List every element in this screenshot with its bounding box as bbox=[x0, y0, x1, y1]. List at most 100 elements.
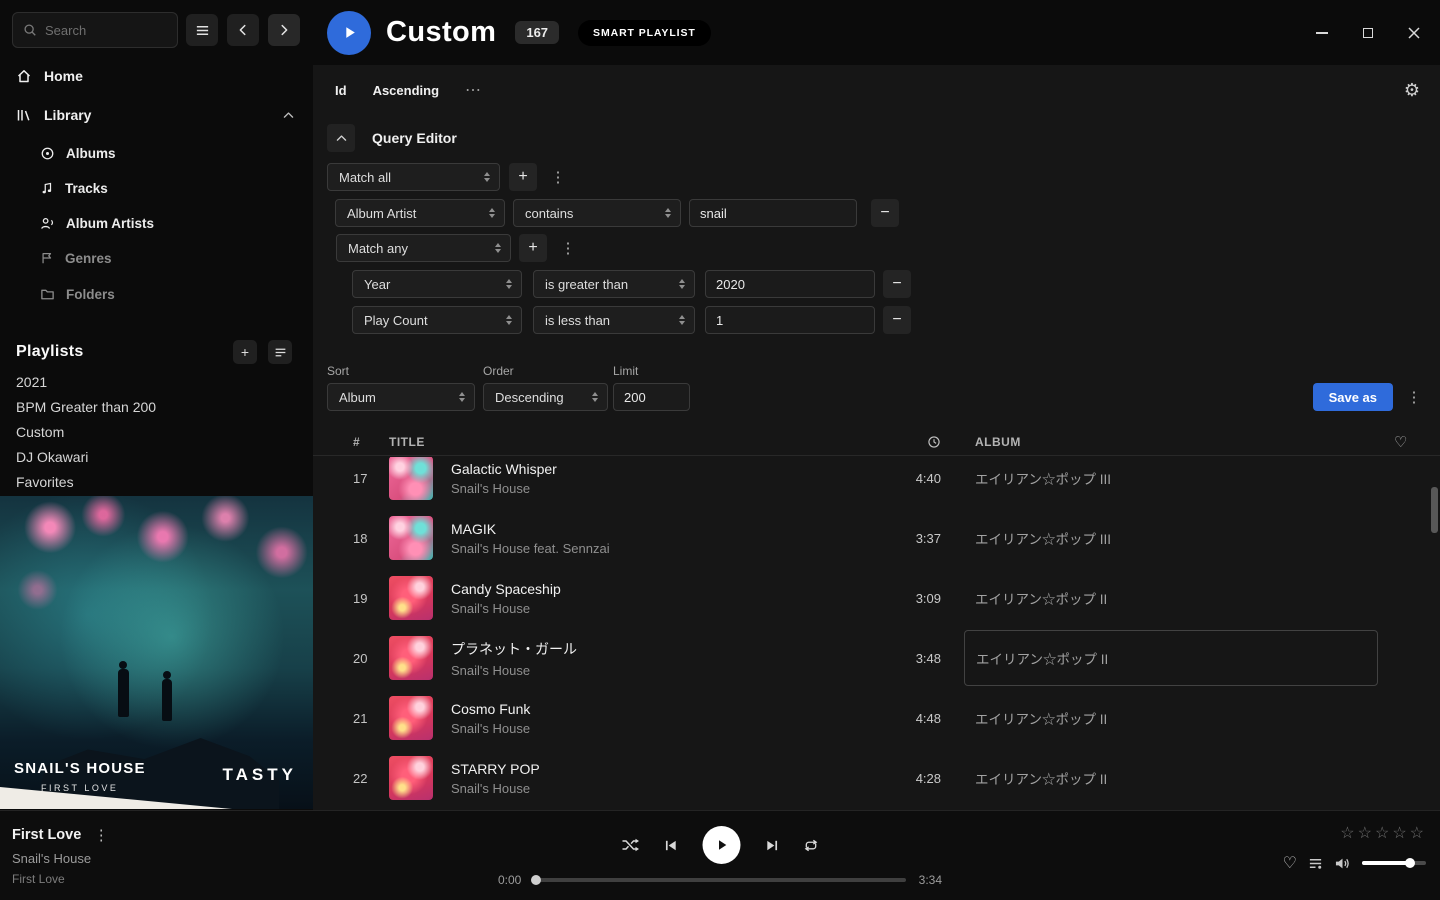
track-artist[interactable]: Snail's House bbox=[451, 781, 871, 796]
favorite-heart-icon[interactable]: ♡ bbox=[1283, 853, 1297, 873]
rule-value-input[interactable] bbox=[705, 306, 875, 334]
playlist-item[interactable]: Custom bbox=[16, 421, 303, 443]
add-rule-button[interactable]: + bbox=[509, 163, 537, 191]
now-playing-title[interactable]: First Love bbox=[12, 827, 81, 843]
maximize-button[interactable] bbox=[1360, 25, 1376, 41]
playlist-item[interactable]: BPM Greater than 200 bbox=[16, 396, 303, 418]
gear-icon[interactable]: ⚙ bbox=[1404, 81, 1420, 99]
chevron-up-icon[interactable] bbox=[282, 109, 295, 122]
save-menu-button[interactable]: ⋮ bbox=[1406, 388, 1422, 406]
next-button[interactable] bbox=[765, 838, 780, 853]
volume-slider[interactable] bbox=[1362, 861, 1426, 865]
play-pause-button[interactable] bbox=[703, 826, 741, 864]
now-playing-menu-button[interactable]: ⋮ bbox=[93, 826, 109, 844]
rule-field-select[interactable]: Year bbox=[352, 270, 522, 298]
group-menu-button[interactable]: ⋮ bbox=[550, 168, 566, 186]
queue-icon[interactable] bbox=[1308, 856, 1323, 871]
track-album-link[interactable]: エイリアン☆ポップ II bbox=[975, 708, 1375, 728]
playlist-item[interactable]: DJ Okawari bbox=[16, 446, 303, 468]
rule-value-input[interactable] bbox=[689, 199, 857, 227]
save-as-button[interactable]: Save as bbox=[1313, 383, 1393, 411]
sidebar-item-tracks[interactable]: Tracks bbox=[0, 175, 313, 201]
sidebar-item-library[interactable]: Library bbox=[0, 102, 313, 128]
playlist-item[interactable]: Favorites bbox=[16, 471, 303, 493]
track-artist[interactable]: Snail's House bbox=[451, 663, 871, 678]
track-album-link[interactable]: エイリアン☆ポップ II bbox=[975, 588, 1375, 608]
toolbar-more-button[interactable]: ⋯ bbox=[465, 80, 481, 100]
sort-order-button[interactable]: Ascending bbox=[373, 83, 439, 98]
remove-rule-button[interactable]: − bbox=[883, 270, 911, 298]
column-favorite[interactable]: ♡ bbox=[1375, 433, 1427, 451]
nav-forward-button[interactable] bbox=[268, 14, 300, 46]
column-duration[interactable] bbox=[871, 435, 941, 449]
track-row[interactable]: 22 STARRY POPSnail's House 4:28 エイリアン☆ポッ… bbox=[313, 748, 1440, 808]
track-artist[interactable]: Snail's House bbox=[451, 601, 871, 616]
rule-operator-select[interactable]: is greater than bbox=[533, 270, 695, 298]
track-row[interactable]: 18 MAGIKSnail's House feat. Sennzai 3:37… bbox=[313, 508, 1440, 568]
rule-field-select[interactable]: Album Artist bbox=[335, 199, 505, 227]
column-title[interactable]: TITLE bbox=[389, 435, 871, 449]
sort-label: Sort bbox=[327, 364, 349, 378]
close-button[interactable] bbox=[1406, 25, 1422, 41]
now-playing-album[interactable]: First Love bbox=[12, 872, 109, 886]
track-row[interactable]: 21 Cosmo FunkSnail's House 4:48 エイリアン☆ポッ… bbox=[313, 688, 1440, 748]
scrollbar-thumb[interactable] bbox=[1431, 487, 1438, 533]
column-index[interactable]: # bbox=[353, 435, 377, 449]
now-playing-artist[interactable]: Snail's House bbox=[12, 851, 109, 866]
track-artist[interactable]: Snail's House bbox=[451, 721, 871, 736]
repeat-button[interactable] bbox=[804, 838, 819, 853]
track-album-link[interactable]: エイリアン☆ポップ II bbox=[975, 768, 1375, 788]
volume-icon[interactable] bbox=[1334, 856, 1351, 871]
shuffle-button[interactable] bbox=[622, 837, 640, 853]
rule-value-input[interactable] bbox=[705, 270, 875, 298]
search-box[interactable] bbox=[12, 12, 178, 48]
seek-thumb[interactable] bbox=[531, 875, 541, 885]
track-album-link[interactable]: エイリアン☆ポップ III bbox=[975, 528, 1375, 548]
match-type-select[interactable]: Match any bbox=[336, 234, 511, 262]
star-icon[interactable]: ☆ bbox=[1375, 823, 1389, 843]
remove-rule-button[interactable]: − bbox=[883, 306, 911, 334]
sidebar-item-genres[interactable]: Genres bbox=[0, 245, 313, 271]
order-select[interactable]: Descending bbox=[483, 383, 608, 411]
now-playing-album-art[interactable]: SNAIL'S HOUSE FIRST LOVE TASTY bbox=[0, 496, 313, 809]
track-album-link-focused[interactable]: エイリアン☆ポップ II bbox=[964, 630, 1378, 686]
now-playing-info: First Love ⋮ Snail's House First Love bbox=[12, 826, 109, 886]
volume-thumb[interactable] bbox=[1405, 858, 1415, 868]
sidebar-item-albums[interactable]: Albums bbox=[0, 140, 313, 166]
sort-field-button[interactable]: Id bbox=[335, 83, 347, 98]
limit-input[interactable] bbox=[613, 383, 690, 411]
sidebar-item-album-artists[interactable]: Album Artists bbox=[0, 210, 313, 236]
track-row[interactable]: 20 プラネット・ガールSnail's House 3:48 エイリアン☆ポップ… bbox=[313, 628, 1440, 688]
group-menu-button[interactable]: ⋮ bbox=[560, 239, 576, 257]
match-type-select[interactable]: Match all bbox=[327, 163, 500, 191]
rule-operator-select[interactable]: contains bbox=[513, 199, 681, 227]
track-row[interactable]: 19 Candy SpaceshipSnail's House 3:09 エイリ… bbox=[313, 568, 1440, 628]
track-artist[interactable]: Snail's House bbox=[451, 481, 871, 496]
star-icon[interactable]: ☆ bbox=[1410, 823, 1424, 843]
previous-button[interactable] bbox=[664, 838, 679, 853]
search-input[interactable] bbox=[45, 23, 167, 38]
track-row[interactable]: 17 Galactic WhisperSnail's House 4:40 エイ… bbox=[313, 457, 1440, 508]
playlist-list-button[interactable] bbox=[268, 340, 292, 364]
sort-select[interactable]: Album bbox=[327, 383, 475, 411]
star-icon[interactable]: ☆ bbox=[1392, 823, 1406, 843]
menu-button[interactable] bbox=[186, 14, 218, 46]
column-album[interactable]: ALBUM bbox=[975, 435, 1375, 449]
sidebar-item-folders[interactable]: Folders bbox=[0, 281, 313, 307]
track-artist[interactable]: Snail's House feat. Sennzai bbox=[451, 541, 871, 556]
add-playlist-button[interactable]: + bbox=[233, 340, 257, 364]
collapse-query-editor-button[interactable] bbox=[327, 124, 355, 152]
star-icon[interactable]: ☆ bbox=[1340, 823, 1354, 843]
track-album-link[interactable]: エイリアン☆ポップ III bbox=[975, 468, 1375, 488]
remove-rule-button[interactable]: − bbox=[871, 199, 899, 227]
star-icon[interactable]: ☆ bbox=[1358, 823, 1372, 843]
seek-bar[interactable] bbox=[534, 878, 905, 882]
nav-back-button[interactable] bbox=[227, 14, 259, 46]
add-rule-button[interactable]: + bbox=[519, 234, 547, 262]
playlist-item[interactable]: 2021 bbox=[16, 371, 303, 393]
rule-field-select[interactable]: Play Count bbox=[352, 306, 522, 334]
sidebar-item-home[interactable]: Home bbox=[0, 63, 313, 89]
minimize-button[interactable] bbox=[1314, 25, 1330, 41]
play-playlist-button[interactable] bbox=[327, 11, 371, 55]
rule-operator-select[interactable]: is less than bbox=[533, 306, 695, 334]
